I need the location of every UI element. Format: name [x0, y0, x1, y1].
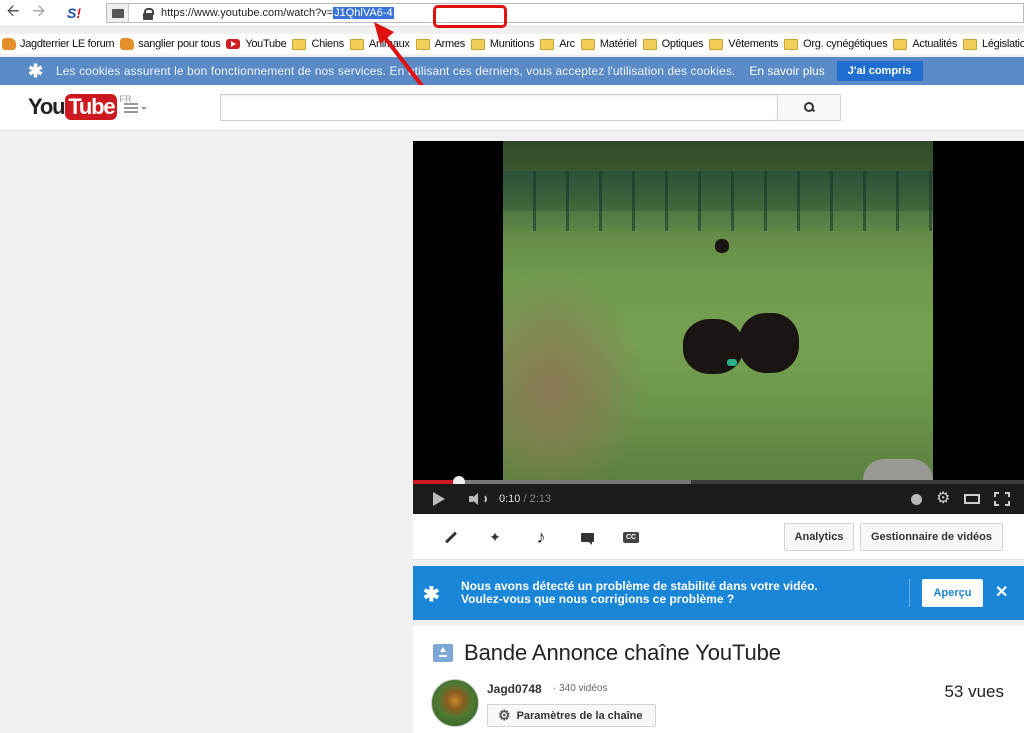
- current-time: 0:10: [499, 493, 521, 505]
- settings-gear-icon[interactable]: ⚙: [936, 491, 950, 507]
- asterisk-icon: ✱: [28, 60, 44, 81]
- favicon-icon: [2, 38, 16, 50]
- player-controls: 0:10 / 2:13 ⚙: [413, 484, 1024, 514]
- time-display: 0:10 / 2:13: [499, 493, 551, 505]
- folder-icon: [784, 38, 799, 50]
- video-frame[interactable]: [503, 141, 933, 480]
- upload-icon: [433, 644, 453, 662]
- bookmark-item[interactable]: Vêtements: [707, 38, 778, 50]
- bookmark-item[interactable]: Org. cynégétiques: [782, 38, 888, 50]
- forward-button[interactable]: 🡪: [26, 1, 52, 25]
- caret-down-icon: [141, 106, 147, 110]
- view-count: 53 vues: [944, 682, 1004, 701]
- bookmark-label: Matériel: [599, 38, 637, 50]
- bookmark-label: Munitions: [489, 38, 535, 50]
- bookmark-item[interactable]: Chiens: [290, 38, 344, 50]
- watch-later-icon[interactable]: [911, 493, 922, 505]
- channel-name-link[interactable]: Jagd0748: [487, 682, 542, 696]
- subtitles-cc-icon[interactable]: CC: [621, 528, 641, 546]
- bookmark-item[interactable]: Matériel: [579, 38, 637, 50]
- cookie-banner: ✱ Les cookies assurent le bon fonctionne…: [0, 57, 1024, 85]
- url-text[interactable]: https://www.youtube.com/watch?v=J1QhlVA6…: [161, 7, 394, 19]
- gear-icon: ⚙: [498, 707, 511, 723]
- folder-icon: [292, 38, 307, 50]
- folder-icon: [580, 38, 595, 50]
- stability-message: Nous avons détecté un problème de stabil…: [461, 579, 818, 606]
- bookmark-label: Jagdterrier LE forum: [20, 38, 115, 50]
- search-input[interactable]: [220, 94, 778, 121]
- audio-note-icon[interactable]: ♪: [531, 527, 551, 547]
- youtube-header: You Tube FR: [0, 85, 1024, 131]
- folder-icon: [709, 38, 724, 50]
- creator-toolbar: ✦ ♪ CC Analytics Gestionnaire de vidéos: [413, 514, 1024, 560]
- stability-notice: ✱ Nous avons détecté un problème de stab…: [413, 566, 1024, 620]
- duration: / 2:13: [523, 493, 552, 505]
- bookmark-label: Org. cynégétiques: [803, 38, 888, 50]
- video-player[interactable]: 0:10 / 2:13 ⚙: [413, 141, 1024, 514]
- volume-icon[interactable]: [469, 492, 487, 506]
- folder-icon: [470, 38, 485, 50]
- video-info: Bande Annonce chaîne YouTube Jagd0748 · …: [413, 626, 1024, 733]
- fullscreen-icon[interactable]: [994, 492, 1010, 506]
- lock-icon: [141, 4, 155, 22]
- annotations-comment-icon[interactable]: [577, 528, 597, 546]
- folder-icon: [893, 38, 908, 50]
- search-button[interactable]: [777, 94, 841, 121]
- bookmark-label: Législation: [982, 38, 1024, 50]
- bookmark-item[interactable]: YouTube: [224, 38, 287, 50]
- bookmark-label: Chiens: [311, 38, 344, 50]
- browser-toolbar: 🡨 🡪 S! https://www.youtube.com/watch?v=J…: [0, 0, 1024, 28]
- play-icon[interactable]: [433, 492, 445, 506]
- analytics-button[interactable]: Analytics: [784, 523, 854, 551]
- folder-icon: [540, 38, 555, 50]
- cookie-learn-more-link[interactable]: En savoir plus: [749, 64, 824, 78]
- youtube-logo[interactable]: You Tube FR: [28, 94, 131, 120]
- channel-settings-button[interactable]: ⚙ Paramètres de la chaîne: [487, 704, 656, 727]
- close-icon[interactable]: ✕: [995, 582, 1008, 602]
- page-icon: [107, 4, 129, 22]
- bookmark-item[interactable]: sanglier pour tous: [118, 38, 221, 50]
- youtube-icon: [226, 39, 241, 49]
- favicon-icon: [120, 38, 135, 50]
- bookmark-item[interactable]: Jagdterrier LE forum: [0, 38, 115, 50]
- address-bar[interactable]: https://www.youtube.com/watch?v=J1QhlVA6…: [106, 3, 1024, 28]
- channel-avatar[interactable]: [431, 679, 479, 727]
- theater-mode-icon[interactable]: [964, 494, 980, 504]
- cookie-accept-button[interactable]: J'ai compris: [836, 61, 923, 81]
- menu-icon: [124, 103, 138, 113]
- folder-icon: [642, 38, 657, 50]
- video-manager-button[interactable]: Gestionnaire de vidéos: [860, 523, 1003, 551]
- bookmark-label: Arc: [559, 38, 575, 50]
- folder-icon: [349, 38, 364, 50]
- channel-video-count: · 340 vidéos: [553, 683, 608, 694]
- bookmark-label: Vêtements: [728, 38, 779, 50]
- folder-icon: [963, 38, 978, 50]
- bookmark-item[interactable]: Actualités: [891, 38, 957, 50]
- asterisk-icon: ✱: [423, 584, 440, 606]
- divider: [909, 579, 910, 607]
- annotation-highlight-box: [433, 5, 507, 28]
- edit-pencil-icon[interactable]: [441, 528, 461, 546]
- bookmark-label: YouTube: [245, 38, 287, 50]
- preview-button[interactable]: Aperçu: [922, 579, 983, 607]
- bookmarks-bar: Jagdterrier LE forum sanglier pour tous Yo…: [0, 34, 1024, 54]
- enhancements-wand-icon[interactable]: ✦: [485, 528, 505, 546]
- bookmark-label: sanglier pour tous: [138, 38, 221, 50]
- extension-icon[interactable]: S!: [62, 3, 86, 23]
- bookmark-item[interactable]: Munitions: [469, 38, 535, 50]
- back-button[interactable]: 🡨: [0, 1, 26, 25]
- bookmark-item[interactable]: Législation: [961, 38, 1024, 50]
- bookmark-item[interactable]: Arc: [538, 38, 575, 50]
- bookmark-item[interactable]: Optiques: [641, 38, 704, 50]
- search-icon: [803, 102, 815, 113]
- video-title: Bande Annonce chaîne YouTube: [464, 640, 781, 665]
- bookmark-label: Optiques: [661, 38, 704, 50]
- bookmark-label: Actualités: [912, 38, 958, 50]
- guide-menu-button[interactable]: [124, 101, 150, 115]
